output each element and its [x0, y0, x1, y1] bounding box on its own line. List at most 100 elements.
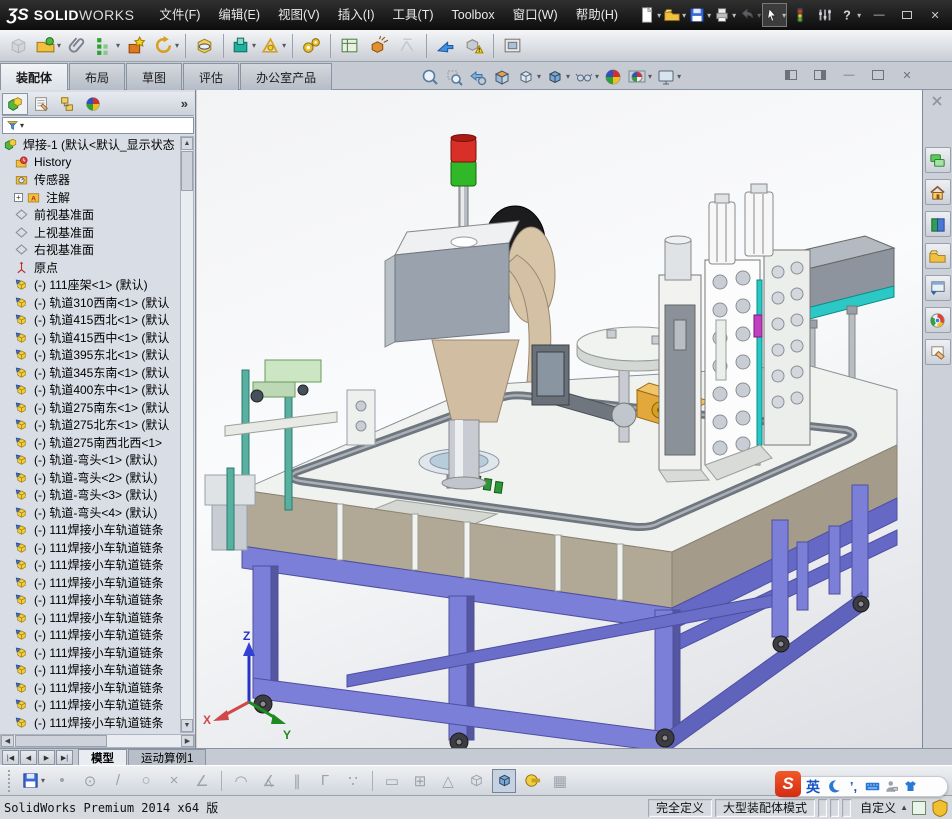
tree-item[interactable]: 右视基准面 — [0, 241, 181, 259]
tree-item[interactable]: 前视基准面 — [0, 206, 181, 224]
tree-item[interactable]: (-) 轨道-弯头<3> (默认) — [0, 486, 181, 504]
explode-sketch-button[interactable] — [394, 32, 421, 59]
tree-filter-field[interactable]: ▾ — [2, 117, 194, 134]
ime-punct-toggle[interactable]: ’, — [844, 778, 863, 796]
measure-tool-button[interactable] — [520, 769, 544, 793]
model-tab-0[interactable]: 模型 — [78, 749, 127, 765]
tree-item[interactable]: (-) 111焊接小车轨道链条 — [0, 521, 181, 539]
tree-item[interactable]: (-) 轨道275南西北西<1> — [0, 434, 181, 452]
tree-item[interactable]: (-) 111焊接小车轨道链条 — [0, 696, 181, 714]
menu-item-2[interactable]: 视图(V) — [269, 0, 329, 30]
taskpane-comments-tab[interactable] — [924, 147, 951, 173]
options-button[interactable] — [812, 3, 837, 27]
displaymanager-tab[interactable] — [80, 93, 106, 115]
tree-item[interactable]: (-) 111焊接小车轨道链条 — [0, 556, 181, 574]
menu-item-5[interactable]: Toolbox — [443, 0, 504, 30]
parallel-tool-button[interactable]: ∥ — [285, 769, 309, 793]
polygon-tool-button[interactable]: ○ — [134, 769, 158, 793]
ime-skin-icon[interactable] — [901, 778, 920, 796]
model-tab-1[interactable]: 运动算例1 — [128, 749, 207, 765]
ime-person-icon[interactable] — [882, 778, 901, 796]
insert-component-button[interactable] — [5, 32, 32, 59]
circle-tool-button[interactable]: ⊙ — [78, 769, 102, 793]
tab-nav-last-button[interactable]: ▶| — [56, 750, 73, 765]
doc-pane-right-button[interactable] — [809, 66, 831, 84]
smart-fasteners-button[interactable] — [123, 32, 150, 59]
tree-item[interactable]: 上视基准面 — [0, 224, 181, 242]
trim-tool-button[interactable]: × — [162, 769, 186, 793]
taskpane-content-tab[interactable] — [924, 211, 951, 237]
taskpane-internet-tab[interactable] — [924, 307, 951, 333]
folder-open-button[interactable]: ▾ — [662, 3, 687, 27]
tab-0[interactable]: 装配体 — [0, 63, 69, 90]
exploded-view-button[interactable] — [365, 32, 392, 59]
tree-item[interactable]: (-) 轨道275北东<1> (默认 — [0, 416, 181, 434]
status-customize[interactable]: 自定义 ▲ — [860, 799, 926, 816]
scroll-up-arrow[interactable]: ▲ — [181, 137, 193, 150]
tree-item[interactable]: (-) 111焊接小车轨道链条 — [0, 539, 181, 557]
tree-item[interactable]: (-) 轨道345东南<1> (默认 — [0, 364, 181, 382]
tree-item[interactable]: (-) 111焊接小车轨道链条 — [0, 574, 181, 592]
taskpane-library-tab[interactable] — [924, 243, 951, 269]
line-tool-button[interactable]: / — [106, 769, 130, 793]
scroll-down-arrow[interactable]: ▼ — [181, 719, 193, 732]
instant3d-button[interactable] — [432, 32, 459, 59]
tree-item[interactable]: (-) 轨道415西北<1> (默认 — [0, 311, 181, 329]
move-component-button[interactable]: ▾ — [152, 32, 180, 59]
previous-view-button[interactable] — [466, 65, 490, 89]
tree-item[interactable]: (-) 111焊接小车轨道链条 — [0, 591, 181, 609]
appearance-button[interactable] — [601, 65, 625, 89]
tree-item[interactable]: (-) 轨道-弯头<2> (默认) — [0, 469, 181, 487]
grid-tool-button[interactable]: ⊞ — [408, 769, 432, 793]
featuremanager-tab[interactable] — [2, 92, 28, 115]
ime-logo-icon[interactable]: S — [775, 770, 801, 797]
cursor-button[interactable]: ▾ — [762, 3, 788, 27]
tree-item[interactable]: (-) 轨道310西南<1> (默认 — [0, 294, 181, 312]
panel-overflow-button[interactable]: » — [181, 96, 188, 111]
restore-button[interactable] — [896, 7, 918, 23]
mate-button[interactable] — [64, 32, 91, 59]
scene-button[interactable]: ▾ — [625, 65, 654, 89]
close-button[interactable]: ✕ — [924, 7, 946, 23]
triangle-tool-button[interactable]: △ — [436, 769, 460, 793]
tree-item[interactable]: (-) 轨道-弯头<4> (默认) — [0, 504, 181, 522]
motion-study-button[interactable] — [298, 32, 325, 59]
fillet-tool-button[interactable]: ∡ — [257, 769, 281, 793]
angle-tool-button[interactable]: ∠ — [190, 769, 214, 793]
tab-nav-prev-button[interactable]: ◀ — [20, 750, 37, 765]
help-button[interactable]: ? ▾ — [837, 3, 862, 27]
tab-4[interactable]: 办公室产品 — [240, 63, 333, 90]
traffic-button[interactable] — [787, 3, 812, 27]
taskpane-explorer-tab[interactable] — [924, 275, 951, 301]
tab-nav-next-button[interactable]: ▶ — [38, 750, 55, 765]
save-button[interactable]: ▾ — [20, 769, 46, 793]
tree-item[interactable]: (-) 轨道400东中<1> (默认 — [0, 381, 181, 399]
dimension-tool-button[interactable]: ▭ — [380, 769, 404, 793]
configurationmanager-tab[interactable] — [54, 93, 80, 115]
tree-item[interactable]: (-) 111焊接小车轨道链条 — [0, 679, 181, 697]
menu-item-1[interactable]: 编辑(E) — [209, 0, 269, 30]
reference-geometry-button[interactable]: ▾ — [259, 32, 287, 59]
open-part-button[interactable]: ▾ — [34, 32, 62, 59]
tab-2[interactable]: 草图 — [126, 63, 183, 90]
search-icon[interactable] — [627, 3, 629, 27]
corner-tool-button[interactable]: Γ — [313, 769, 337, 793]
floppy-button[interactable]: ▾ — [687, 3, 712, 27]
scrollbar-thumb[interactable] — [181, 151, 193, 191]
toolbar-grip[interactable] — [8, 769, 12, 792]
taskpane-home-tab[interactable] — [924, 179, 951, 205]
tree-item[interactable]: History — [0, 154, 181, 172]
scroll-left-arrow[interactable]: ◀ — [1, 735, 14, 747]
menu-item-0[interactable]: 文件(F) — [150, 0, 209, 30]
tree-item[interactable]: (-) 轨道415西中<1> (默认 — [0, 329, 181, 347]
tab-nav-first-button[interactable]: |◀ — [2, 750, 19, 765]
scroll-right-arrow[interactable]: ▶ — [181, 735, 194, 747]
tree-item[interactable]: (-) 轨道395东北<1> (默认 — [0, 346, 181, 364]
tree-item[interactable]: 原点 — [0, 259, 181, 277]
expand-icon[interactable]: + — [14, 192, 23, 202]
tab-1[interactable]: 布局 — [69, 63, 126, 90]
tree-item[interactable]: + A 注解 — [0, 189, 181, 207]
assembly-features-button[interactable]: ▾ — [229, 32, 257, 59]
tree-item[interactable]: (-) 轨道275南东<1> (默认 — [0, 399, 181, 417]
bom-button[interactable] — [336, 32, 363, 59]
